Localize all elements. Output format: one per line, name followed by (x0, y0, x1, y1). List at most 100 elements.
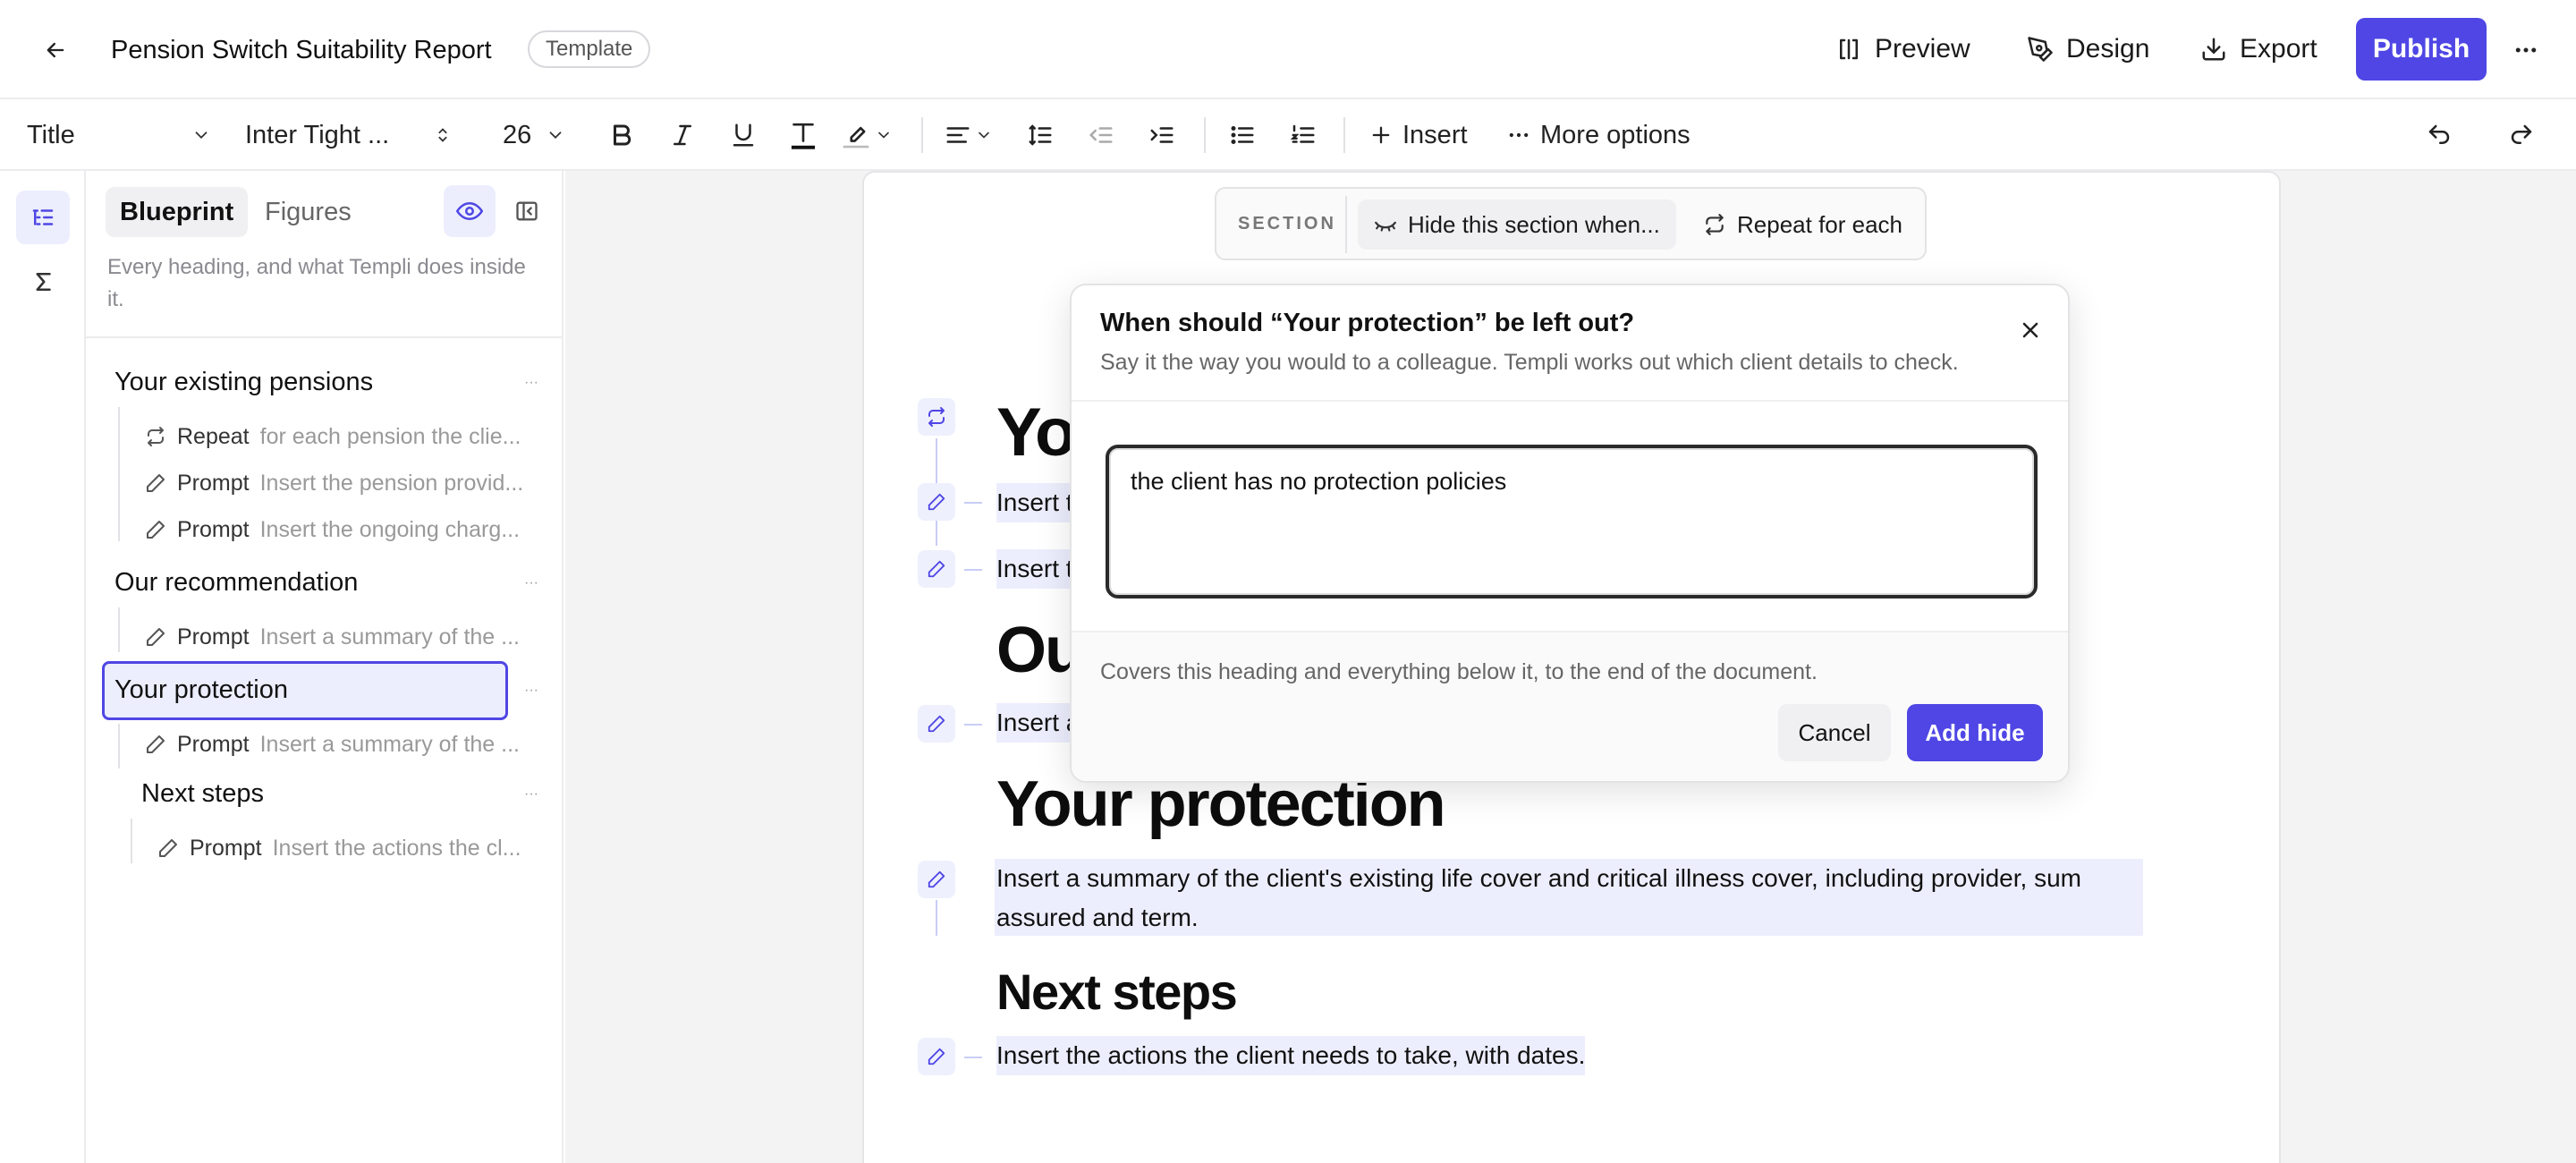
outline-row-kind: Prompt (177, 516, 250, 542)
outline-row-prompt[interactable]: Prompt Insert a summary of the ... (145, 726, 542, 763)
outline-row-kind: Prompt (177, 731, 250, 757)
publish-button[interactable]: Publish (2356, 18, 2487, 81)
prompt-marker[interactable] (918, 1038, 955, 1075)
preview-button[interactable]: Preview (1835, 21, 1970, 77)
design-button[interactable]: Design (2027, 21, 2149, 77)
chevron-down-icon (546, 125, 565, 145)
export-label: Export (2240, 34, 2318, 64)
outline-row-kind: Repeat (177, 423, 250, 449)
redo-button[interactable] (2508, 112, 2535, 158)
bold-button[interactable] (608, 112, 635, 158)
numbered-list-button[interactable] (1290, 112, 1317, 158)
indent-icon (1148, 122, 1175, 149)
outline-view-button[interactable] (16, 191, 70, 244)
bold-icon (608, 122, 635, 149)
chevron-updown-icon (433, 125, 453, 145)
bullet-list-button[interactable] (1229, 112, 1256, 158)
more-horizontal-icon (1506, 123, 1531, 148)
outline-heading-menu[interactable]: ··· (515, 369, 547, 396)
visibility-toggle[interactable] (444, 185, 496, 237)
italic-icon (669, 122, 696, 149)
outline-row-repeat[interactable]: Repeat for each pension the clie... (145, 418, 542, 455)
hide-condition-input[interactable] (1106, 445, 2038, 598)
outline-heading-menu[interactable]: ··· (515, 570, 547, 597)
collapse-panel-button[interactable] (504, 189, 549, 233)
more-menu-button[interactable] (2504, 32, 2547, 68)
repeat-section-button[interactable]: Repeat for each (1687, 199, 1919, 250)
cancel-button[interactable]: Cancel (1778, 704, 1891, 761)
outline-heading-our-recommendation[interactable]: Our recommendation (114, 568, 358, 598)
doc-prompt-paragraph[interactable]: Insert a (996, 703, 1080, 743)
panel-divider (86, 336, 564, 338)
export-button[interactable]: Export (2200, 21, 2318, 77)
prompt-marker[interactable] (918, 705, 955, 743)
outline-row-prompt[interactable]: Prompt Insert the pension provid... (145, 464, 542, 502)
insert-label: Insert (1402, 120, 1468, 149)
preview-label: Preview (1875, 34, 1970, 64)
align-button[interactable] (945, 112, 993, 158)
tab-blueprint[interactable]: Blueprint (106, 187, 249, 237)
repeat-icon (926, 406, 947, 428)
font-family-select[interactable]: Inter Tight ... (245, 112, 460, 158)
panel-description: Every heading, and what Templi does insi… (107, 255, 526, 311)
underline-button[interactable] (730, 112, 757, 158)
font-size-select[interactable]: 26 (503, 112, 574, 158)
tab-figures[interactable]: Figures (250, 187, 366, 237)
hide-condition-dialog: When should “Your protection” be left ou… (1070, 284, 2070, 783)
repeat-marker[interactable] (918, 398, 955, 436)
text-color-button[interactable] (789, 112, 818, 158)
insert-button[interactable]: Insert (1368, 112, 1468, 158)
doc-prompt-paragraph-protection[interactable]: Insert a summary of the client's existin… (996, 859, 2138, 938)
outline-row-kind: Prompt (177, 470, 250, 496)
outline-heading-existing-pensions[interactable]: Your existing pensions (114, 368, 373, 397)
eye-icon (456, 198, 483, 225)
outdent-button[interactable] (1088, 112, 1114, 158)
gutter-dash (964, 1057, 982, 1058)
variables-button[interactable] (16, 255, 70, 309)
doc-prompt-paragraph-next-steps[interactable]: Insert the actions the client needs to t… (996, 1036, 1586, 1075)
document-title: Pension Switch Suitability Report (111, 36, 492, 64)
gutter-dash (964, 502, 982, 504)
text-style-select[interactable]: Title (27, 112, 216, 158)
close-icon (2018, 318, 2043, 343)
doc-heading-next-steps[interactable]: Next steps (996, 963, 1238, 1021)
outline-heading-menu[interactable]: ··· (515, 781, 547, 808)
outline-row-desc: Insert a summary of the ... (259, 624, 520, 649)
back-button[interactable] (36, 32, 75, 68)
toolbar-divider (1204, 117, 1206, 153)
prompt-marker[interactable] (918, 550, 955, 588)
section-toolbar: SECTION Hide this section when... Repeat… (1215, 187, 1927, 260)
toolbar-divider (1343, 117, 1345, 153)
italic-button[interactable] (669, 112, 696, 158)
eye-closed-icon (1374, 213, 1397, 236)
indent-button[interactable] (1148, 112, 1175, 158)
undo-button[interactable] (2426, 112, 2453, 158)
outline-heading-next-steps[interactable]: Next steps (141, 779, 264, 809)
outline-heading-your-protection[interactable]: Your protection (114, 675, 288, 705)
doc-prompt-paragraph[interactable]: Insert t (996, 549, 1073, 589)
pencil-icon (145, 734, 166, 755)
outline-row-prompt[interactable]: Prompt Insert the actions the cl... (157, 829, 542, 867)
outline-heading-menu[interactable]: ··· (515, 677, 547, 704)
pencil-icon (927, 870, 946, 889)
doc-prompt-paragraph[interactable]: Insert t (996, 483, 1073, 522)
section-label: SECTION (1238, 214, 1336, 233)
prompt-marker[interactable] (918, 483, 955, 521)
add-hide-button[interactable]: Add hide (1907, 704, 2043, 761)
more-options-button[interactable]: More options (1506, 112, 1690, 158)
close-button[interactable] (2011, 310, 2050, 350)
gutter-line (936, 900, 937, 936)
text-style-value: Title (27, 120, 75, 149)
outline-guide (118, 724, 120, 768)
line-height-button[interactable] (1027, 112, 1054, 158)
panel-collapse-icon (514, 199, 539, 224)
hide-section-button[interactable]: Hide this section when... (1358, 199, 1676, 250)
outline-row-desc: Insert the ongoing charg... (259, 516, 521, 542)
prompt-marker[interactable] (918, 861, 955, 898)
highlight-color-button[interactable] (841, 112, 893, 158)
outline-row-desc: Insert the actions the cl... (272, 835, 521, 861)
outline-guide (118, 407, 120, 541)
outline-row-prompt[interactable]: Prompt Insert a summary of the ... (145, 618, 542, 656)
underline-icon (730, 122, 757, 149)
outline-row-prompt[interactable]: Prompt Insert the ongoing charg... (145, 511, 542, 548)
